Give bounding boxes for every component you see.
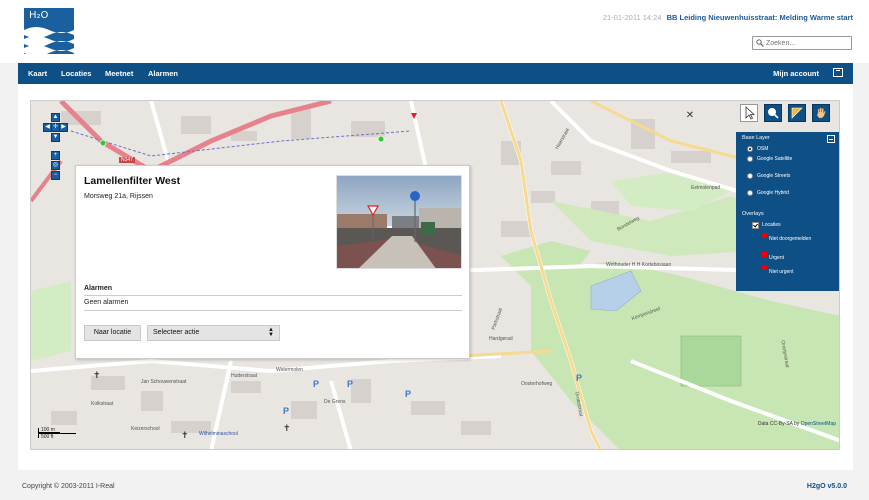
overlays-title: Overlays <box>742 211 764 217</box>
ticker-date: 21-01-2011 14:24 <box>602 13 662 22</box>
action-select[interactable]: Selecteer actie ▲ ▼ <box>147 325 280 341</box>
zoom-world-icon[interactable]: ◎ <box>51 161 60 170</box>
radio-google-hybrid[interactable] <box>747 190 753 196</box>
alarm-ticker[interactable]: 21-01-2011 14:24 BB Leiding Nieuwenhuiss… <box>603 13 853 22</box>
footer-copyright: Copyright © 2003-2011 I-Real <box>22 483 115 490</box>
layer-label: Google Satellite <box>757 156 793 162</box>
zoom-out-icon[interactable]: − <box>51 171 60 180</box>
select-arrows-icon: ▲ ▼ <box>268 327 274 338</box>
popup-address: Morsweg 21a, Rijssen <box>84 193 153 200</box>
legend-red-dot <box>762 233 767 238</box>
pan-down-icon[interactable]: ▼ <box>51 133 60 142</box>
measure-tool[interactable] <box>788 104 806 122</box>
nav-locaties[interactable]: Locaties <box>61 69 91 78</box>
scale-imperial-label: 500 ft <box>41 434 54 440</box>
close-icon[interactable]: ✕ <box>685 111 695 121</box>
location-photo <box>336 175 462 269</box>
road-label-n347: N347 <box>119 157 135 163</box>
nav-alarmen[interactable]: Alarmen <box>148 69 178 78</box>
layer-label: Google Hybrid <box>757 190 789 196</box>
legend-niet-doorgemelden: Niet doorgemelden <box>769 236 812 242</box>
svg-text:P: P <box>347 379 353 389</box>
svg-text:✝: ✝ <box>181 431 189 441</box>
openstreetmap-link[interactable]: OpenStreetMap <box>801 421 836 427</box>
nav-my-account[interactable]: Mijn account <box>773 69 819 78</box>
layer-osm[interactable]: OSM <box>747 146 812 152</box>
svg-text:P: P <box>313 379 319 389</box>
zoom-icon <box>768 108 779 119</box>
account-window-icon[interactable] <box>833 68 843 77</box>
svg-text:P: P <box>405 389 411 399</box>
legend-urgent: Urgent <box>769 255 785 261</box>
footer-version[interactable]: H2gO v5.0.0 <box>807 483 847 490</box>
road-label: Oosterhofweg <box>521 381 553 387</box>
road-label: Kolkstraat <box>91 401 114 407</box>
pan-right-icon[interactable]: ▶ <box>59 123 68 132</box>
road-label: Keizerschool <box>131 426 160 432</box>
overlay-locaties-label: Locaties <box>762 222 781 228</box>
zoom-in-icon[interactable]: + <box>51 151 60 160</box>
svg-text:✝: ✝ <box>283 424 291 434</box>
layer-label: OSM <box>757 146 769 152</box>
pointer-icon <box>745 106 756 120</box>
action-select-value: Selecteer actie <box>153 329 200 336</box>
search-input[interactable] <box>766 38 850 49</box>
pan-up-icon[interactable]: ▲ <box>51 113 60 122</box>
road-label: Watermolen <box>276 367 303 373</box>
location-popup: Lamellenfilter West Morsweg 21a, Rijssen… <box>75 165 470 359</box>
search-box[interactable] <box>752 36 852 50</box>
main-navbar: Kaart Locaties Meetnet Alarmen Mijn acco… <box>18 63 853 84</box>
road-label: Jan Schouwenstraat <box>141 379 187 385</box>
ticker-message[interactable]: BB Leiding Nieuwenhuisstraat: Melding Wa… <box>667 13 853 22</box>
nav-meetnet[interactable]: Meetnet <box>105 69 133 78</box>
radio-google-streets[interactable] <box>747 173 753 179</box>
ruler-icon <box>791 107 803 119</box>
radio-osm[interactable] <box>747 146 753 152</box>
minimize-icon[interactable] <box>827 135 835 143</box>
zoom-tool[interactable] <box>764 104 782 122</box>
legend-red-dot <box>762 265 767 270</box>
scale-metric-label: 100 m <box>41 427 55 433</box>
layer-google-hybrid[interactable]: Google Hybrid <box>747 190 812 196</box>
svg-text:P: P <box>576 373 582 383</box>
h2go-logo[interactable]: H₂O <box>24 8 74 54</box>
overlay-locaties-checkbox[interactable] <box>752 222 759 229</box>
radio-google-satellite[interactable] <box>747 156 753 162</box>
legend-niet-urgent: Niet urgent <box>769 269 794 275</box>
attribution-prefix: Data CC-By-SA by <box>757 421 801 427</box>
map-attribution: Data CC-By-SA by OpenStreetMap <box>758 421 836 427</box>
pan-zoom-control: ▲ ◀ ✛ ▶ ▼ + ◎ − <box>43 113 69 223</box>
legend-red-dot <box>762 252 767 257</box>
street-photo-image <box>337 176 461 268</box>
road-label: Eelmolenpad <box>691 185 721 191</box>
layer-switcher: Base Layer OSM Google Satellite Google S… <box>736 132 839 291</box>
popup-title: Lamellenfilter West <box>84 175 181 187</box>
map-viewport[interactable]: P P P P P ✝ ✝ ✝ N347 Wethouder H H Kortebosia… <box>30 100 840 450</box>
svg-text:P: P <box>283 406 289 416</box>
logo-text: H₂O <box>29 10 49 21</box>
road-label: Wilhelminaschool <box>199 431 238 437</box>
nav-kaart[interactable]: Kaart <box>28 69 47 78</box>
pan-hand-icon <box>816 107 826 119</box>
layer-google-streets[interactable]: Google Streets <box>747 173 812 179</box>
goto-location-button[interactable]: Naar locatie <box>84 325 141 341</box>
layer-google-satellite[interactable]: Google Satellite <box>747 156 812 162</box>
svg-text:✝: ✝ <box>93 371 101 381</box>
road-label: Wethouder H H Kortebosiaan <box>606 262 672 268</box>
search-icon <box>756 39 764 47</box>
road-label: Hutterstraat <box>231 373 258 379</box>
alarms-heading: Alarmen <box>84 285 462 296</box>
header: H₂O 21-01-2011 14:24 BB Leiding Nieuwenh… <box>0 0 869 63</box>
scale-bar: 100 m 500 ft <box>38 426 80 441</box>
road-label: De Grens <box>324 399 346 405</box>
alarms-value: Geen alarmen <box>84 299 462 311</box>
pointer-tool[interactable] <box>740 104 758 122</box>
pan-tool[interactable] <box>812 104 830 122</box>
map-toolbar <box>740 104 836 122</box>
layer-label: Google Streets <box>757 173 791 179</box>
road-label: Hardgerad <box>489 336 513 342</box>
base-layer-title: Base Layer <box>742 135 770 141</box>
